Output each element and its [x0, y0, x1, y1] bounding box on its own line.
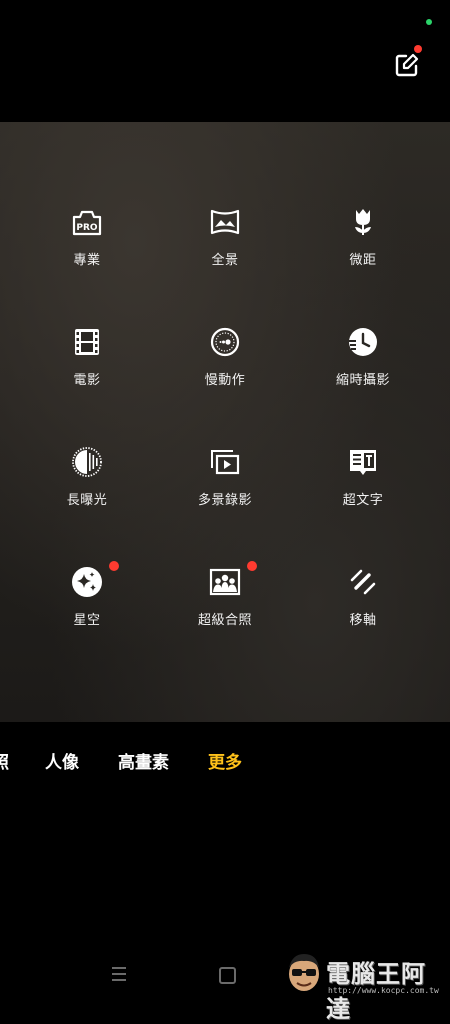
watermark-url: http://www.kocpc.com.tw: [328, 986, 439, 995]
recents-icon[interactable]: [112, 967, 126, 981]
mode-macro[interactable]: 微距: [288, 206, 438, 302]
group-photo-icon: [209, 566, 241, 598]
multi-scene-video-icon: [209, 446, 241, 478]
new-badge: [247, 561, 257, 571]
mode-label: 超文字: [342, 493, 384, 508]
camera-mode-bar: 照 人像 高畫素 更多: [0, 748, 450, 776]
long-exposure-icon: [71, 446, 103, 478]
slow-motion-icon: [209, 326, 241, 358]
mode-label: 多景錄影: [197, 493, 252, 508]
status-indicator-dot: [426, 19, 432, 25]
mode-tilt-shift[interactable]: 移軸: [288, 566, 438, 662]
mode-label: 電影: [73, 373, 101, 388]
pro-camera-icon: PRO: [71, 206, 103, 238]
panorama-icon: [209, 206, 241, 238]
new-badge: [109, 561, 119, 571]
mode-label: 全景: [211, 253, 239, 268]
mode-label: 移軸: [349, 613, 377, 628]
mode-long-exposure[interactable]: 長曝光: [12, 446, 162, 542]
tab-more[interactable]: 更多: [208, 748, 242, 773]
tulip-macro-icon: [347, 206, 379, 238]
mode-text-scan[interactable]: 超文字: [288, 446, 438, 542]
tilt-shift-icon: [347, 566, 379, 598]
tab-portrait[interactable]: 人像: [45, 748, 79, 773]
mode-starry-sky[interactable]: 星空: [12, 561, 162, 662]
svg-text:PRO: PRO: [76, 223, 98, 233]
mode-timelapse[interactable]: 縮時攝影: [288, 326, 438, 422]
timelapse-clock-icon: [347, 326, 379, 358]
mode-label: 專業: [73, 253, 101, 268]
mascot-face-icon: [289, 954, 319, 991]
mode-label: 超級合照: [197, 613, 252, 628]
mode-label: 長曝光: [66, 493, 108, 508]
edit-modes-button[interactable]: [392, 45, 422, 80]
more-modes-panel: PRO 專業 全景 微距 電影 慢動作 縮時攝影 長曝光 多景錄影 超文字 星空…: [0, 122, 450, 722]
mode-label: 慢動作: [204, 373, 246, 388]
mode-label: 縮時攝影: [335, 373, 390, 388]
home-icon[interactable]: [219, 967, 236, 984]
tab-photo-partial[interactable]: 照: [0, 748, 9, 773]
tab-high-resolution[interactable]: 高畫素: [118, 748, 169, 773]
mode-panorama[interactable]: 全景: [150, 206, 300, 302]
mode-slow-motion[interactable]: 慢動作: [150, 326, 300, 422]
film-icon: [71, 326, 103, 358]
mode-group-photo[interactable]: 超級合照: [150, 561, 300, 662]
edit-square-icon: [395, 53, 419, 77]
mode-film[interactable]: 電影: [12, 326, 162, 422]
starry-sky-icon: [71, 566, 103, 598]
mode-label: 微距: [349, 253, 377, 268]
text-scan-icon: [347, 446, 379, 478]
site-watermark: 電腦王阿達 http://www.kocpc.com.tw: [280, 950, 450, 1023]
mode-label: 星空: [73, 613, 101, 628]
mode-pro[interactable]: PRO 專業: [12, 206, 162, 302]
mode-multi-scene[interactable]: 多景錄影: [150, 446, 300, 542]
edit-notification-dot: [414, 45, 422, 53]
